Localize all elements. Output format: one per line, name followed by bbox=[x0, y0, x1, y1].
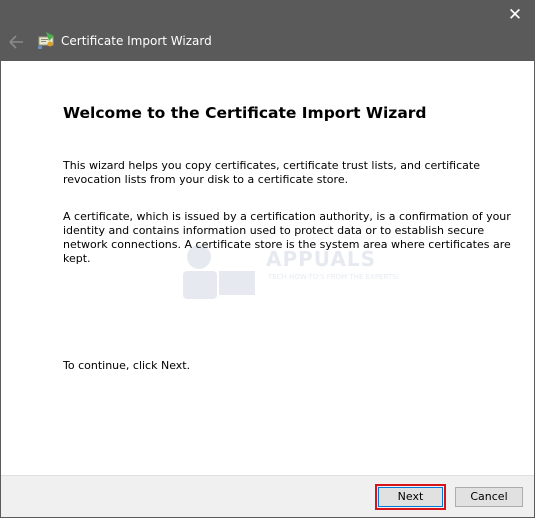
page-title: Welcome to the Certificate Import Wizard bbox=[63, 104, 427, 122]
close-button[interactable]: ✕ bbox=[504, 5, 526, 25]
back-button[interactable] bbox=[7, 33, 27, 51]
continue-instruction: To continue, click Next. bbox=[63, 359, 191, 372]
button-bar: Next Cancel bbox=[1, 475, 534, 517]
intro-paragraph: This wizard helps you copy certificates,… bbox=[63, 159, 480, 186]
certificate-import-wizard-window: ✕ Certificate Import Wizard Welcome to t… bbox=[0, 0, 535, 518]
window-title: Certificate Import Wizard bbox=[61, 34, 212, 48]
close-icon: ✕ bbox=[507, 5, 523, 25]
next-button[interactable]: Next bbox=[375, 484, 446, 510]
back-arrow-icon bbox=[9, 35, 23, 49]
certificate-icon bbox=[37, 32, 55, 50]
watermark-subtext: TECH HOW-TO'S FROM THE EXPERTS! bbox=[268, 273, 400, 281]
wizard-content: Welcome to the Certificate Import Wizard… bbox=[1, 61, 534, 475]
title-bar: ✕ Certificate Import Wizard bbox=[1, 1, 534, 61]
mascot-icon bbox=[183, 245, 255, 299]
watermark-logo: APPUALS TECH HOW-TO'S FROM THE EXPERTS! bbox=[171, 241, 399, 303]
cancel-button[interactable]: Cancel bbox=[455, 487, 523, 507]
watermark-text: APPUALS bbox=[266, 247, 377, 271]
